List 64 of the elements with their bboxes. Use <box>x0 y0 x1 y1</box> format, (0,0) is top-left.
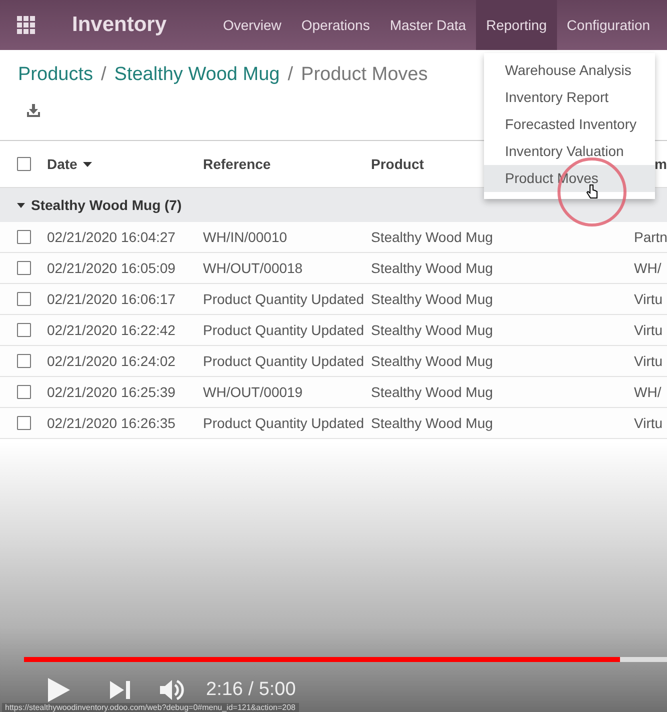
dropdown-item[interactable]: Inventory Valuation <box>484 138 655 165</box>
table-cell-text: Virtu <box>634 353 664 369</box>
row-checkbox[interactable] <box>17 261 31 275</box>
table-cell-text: Product Quantity Updated <box>203 291 366 307</box>
app-grid-icon[interactable] <box>17 16 35 34</box>
table-cell-text: Virtu <box>634 415 664 431</box>
breadcrumb-link[interactable]: Products <box>18 64 93 86</box>
menu-item[interactable]: Reporting <box>476 0 557 50</box>
download-icon[interactable] <box>26 104 41 118</box>
column-header[interactable]: Reference <box>203 156 371 172</box>
table-cell-text: Stealthy Wood Mug <box>371 384 494 400</box>
menu-item[interactable]: Master Data <box>380 0 476 50</box>
table-cell-text: Stealthy Wood Mug <box>371 260 494 276</box>
table-cell-text: Stealthy Wood Mug <box>371 353 494 369</box>
breadcrumb-current: Product Moves <box>301 64 428 86</box>
breadcrumb-separator: / <box>100 64 106 86</box>
breadcrumb-link[interactable]: Stealthy Wood Mug <box>114 64 280 86</box>
table-cell-text: Stealthy Wood Mug <box>371 229 494 245</box>
table-cell-text: Product Quantity Updated <box>203 415 366 431</box>
skip-next-icon[interactable] <box>110 681 130 699</box>
menu-item[interactable]: Operations <box>291 0 380 50</box>
table-cell-text: Product Quantity Updated <box>203 322 366 338</box>
row-checkbox[interactable] <box>17 354 31 368</box>
status-url: https://stealthywoodinventory.odoo.com/web?debug=0#menu_id=121&action=208 <box>2 703 299 712</box>
table-cell-text: 02/21/2020 16:22:42 <box>47 322 176 338</box>
table-cell-text: 02/21/2020 16:26:35 <box>47 415 176 431</box>
table-cell-text: WH/OUT/00019 <box>203 384 304 400</box>
play-icon[interactable] <box>48 678 70 702</box>
app-title: Inventory <box>72 13 168 37</box>
table-cell-text: Stealthy Wood Mug <box>371 291 494 307</box>
table-cell: Partn <box>634 229 667 245</box>
menu-item[interactable]: Overview <box>213 0 292 50</box>
row-checkbox[interactable] <box>17 416 31 430</box>
select-all-checkbox[interactable] <box>17 157 31 171</box>
group-label: Stealthy Wood Mug (7) <box>31 197 182 213</box>
group-row[interactable]: Stealthy Wood Mug (7) <box>0 188 667 222</box>
row-checkbox[interactable] <box>17 385 31 399</box>
table-cell-text: WH/ <box>634 260 662 276</box>
table-cell-text: Product Quantity Updated <box>203 353 366 369</box>
table-cell-text: 02/21/2020 16:05:09 <box>47 260 176 276</box>
table-cell-text: 02/21/2020 16:25:39 <box>47 384 176 400</box>
table-cell-text: 02/21/2020 16:04:27 <box>47 229 176 245</box>
dropdown-item[interactable]: Warehouse Analysis <box>484 57 655 84</box>
table-cell-text: WH/IN/00010 <box>203 229 288 245</box>
breadcrumb-separator: / <box>288 64 294 86</box>
table-cell-text: Virtu <box>634 322 664 338</box>
column-header[interactable]: Date <box>47 156 203 172</box>
table-cell-text: 02/21/2020 16:06:17 <box>47 291 176 307</box>
table-cell-text: Stealthy Wood Mug <box>371 415 494 431</box>
dropdown-item[interactable]: Forecasted Inventory <box>484 111 655 138</box>
row-checkbox[interactable] <box>17 292 31 306</box>
table-cell-text: WH/ <box>634 384 662 400</box>
video-time: 2:16 / 5:00 <box>206 679 296 701</box>
row-checkbox[interactable] <box>17 323 31 337</box>
sort-caret-icon <box>83 162 92 166</box>
menu-item[interactable]: Configuration <box>556 0 660 50</box>
table-cell-text: 02/21/2020 16:24:02 <box>47 353 176 369</box>
table-cell-text: WH/OUT/00018 <box>203 260 304 276</box>
table-cell-text: Stealthy Wood Mug <box>371 322 494 338</box>
row-checkbox[interactable] <box>17 230 31 244</box>
volume-icon[interactable] <box>160 680 184 700</box>
dropdown-item[interactable]: Inventory Report <box>484 84 655 111</box>
video-progress-bar[interactable] <box>24 657 667 662</box>
table-cell-text: Virtu <box>634 291 664 307</box>
